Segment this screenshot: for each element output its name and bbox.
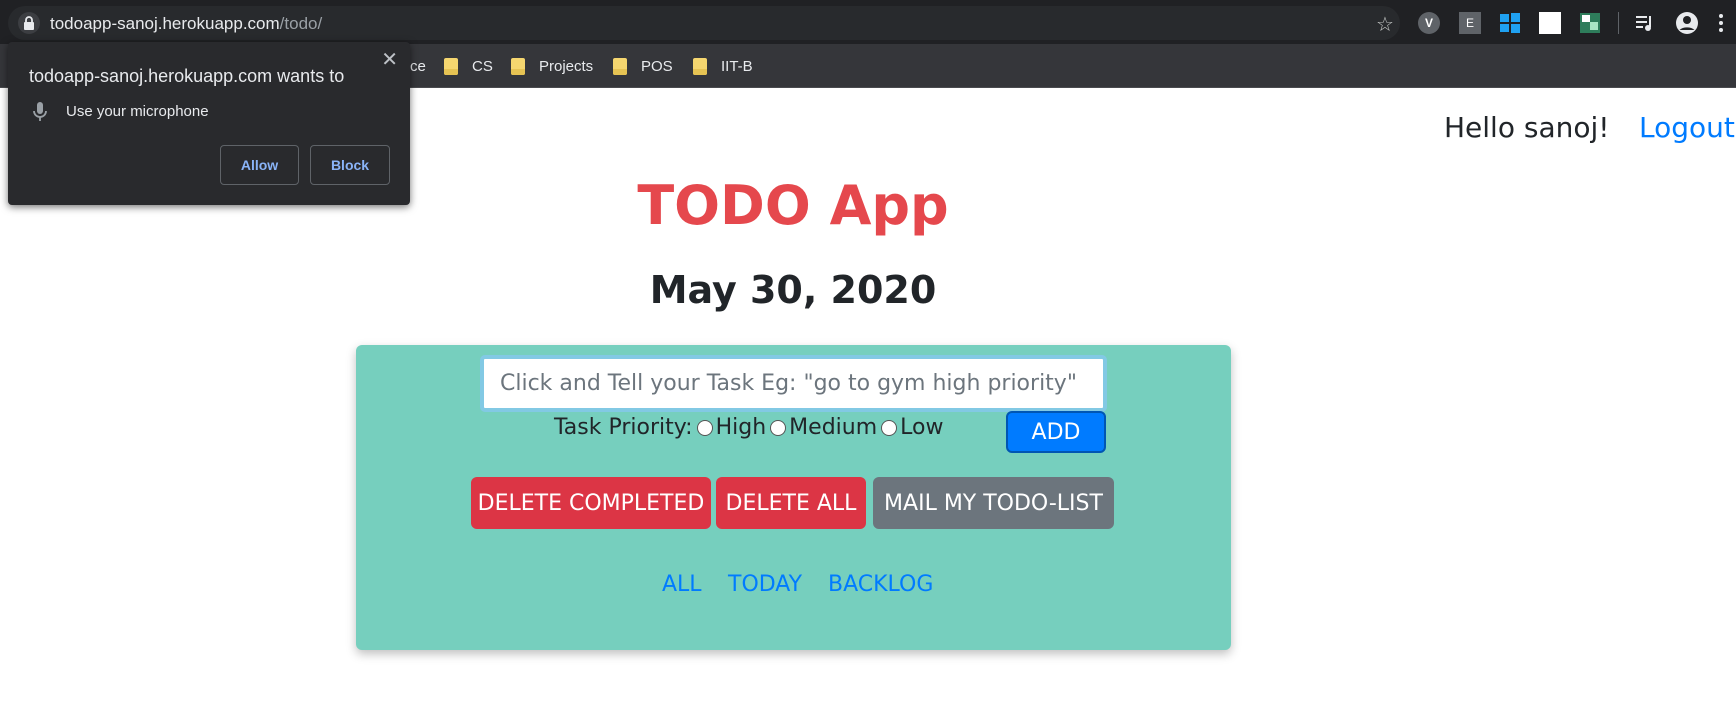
profile-avatar-icon[interactable] xyxy=(1675,11,1699,35)
lock-icon[interactable] xyxy=(18,12,40,34)
logout-link[interactable]: Logout xyxy=(1639,111,1735,144)
priority-group: Task Priority: High Medium Low xyxy=(554,415,943,440)
bookmark-label: Projects xyxy=(539,57,594,75)
priority-high-radio[interactable] xyxy=(696,419,713,436)
bookmark-folder-cs[interactable]: CS xyxy=(444,54,493,78)
extension-blank-icon[interactable] xyxy=(1539,12,1561,34)
url-host: todoapp-sanoj.herokuapp.com xyxy=(50,14,280,33)
todo-card: Task Priority: High Medium Low ADD DELET… xyxy=(356,345,1231,650)
priority-medium-radio[interactable] xyxy=(770,419,787,436)
bookmark-folder-pos[interactable]: POS xyxy=(613,54,673,78)
filter-backlog-link[interactable]: BACKLOG xyxy=(828,572,933,597)
priority-low-label: Low xyxy=(900,415,944,440)
popup-title: todoapp-sanoj.herokuapp.com wants to xyxy=(29,66,345,86)
permission-text: Use your microphone xyxy=(66,103,209,120)
allow-button[interactable]: Allow xyxy=(220,145,299,185)
folder-icon xyxy=(511,57,525,75)
task-input[interactable] xyxy=(480,355,1107,412)
bookmark-folder-projects[interactable]: Projects xyxy=(511,54,593,78)
folder-icon xyxy=(693,57,707,75)
priority-label: Task Priority: xyxy=(554,415,693,440)
bookmark-label: IIT-B xyxy=(721,57,753,75)
permission-popup: ✕ todoapp-sanoj.herokuapp.com wants to U… xyxy=(8,42,410,205)
windows-icon[interactable] xyxy=(1499,12,1521,34)
bookmark-label: ce xyxy=(410,57,426,75)
extension-e-icon[interactable]: E xyxy=(1459,12,1481,34)
add-task-button[interactable]: ADD xyxy=(1006,411,1106,453)
filter-all-link[interactable]: ALL xyxy=(662,572,702,597)
block-button[interactable]: Block xyxy=(310,145,390,185)
greeting-text: Hello sanoj! xyxy=(1444,111,1610,144)
extension-green-icon[interactable] xyxy=(1579,12,1601,34)
delete-completed-button[interactable]: DELETE COMPLETED xyxy=(471,477,711,529)
current-date: May 30, 2020 xyxy=(649,268,937,312)
delete-all-button[interactable]: DELETE ALL xyxy=(716,477,866,529)
bookmark-star-icon[interactable]: ☆ xyxy=(1376,12,1394,36)
extension-v-icon[interactable]: V xyxy=(1418,12,1440,34)
url-path: /todo/ xyxy=(279,14,323,33)
folder-icon xyxy=(613,57,627,75)
bookmark-item[interactable]: ce xyxy=(410,54,426,78)
priority-medium-label: Medium xyxy=(789,415,878,440)
url-text[interactable]: todoapp-sanoj.herokuapp.com/todo/ xyxy=(50,14,322,34)
mail-todo-list-button[interactable]: MAIL MY TODO-LIST xyxy=(873,477,1114,529)
toolbar-separator xyxy=(1618,12,1619,34)
priority-low-radio[interactable] xyxy=(881,419,898,436)
filter-today-link[interactable]: TODAY xyxy=(728,572,802,597)
microphone-icon xyxy=(32,101,48,123)
address-bar[interactable]: todoapp-sanoj.herokuapp.com/todo/ ☆ xyxy=(8,6,1400,40)
bookmark-label: CS xyxy=(472,57,493,75)
bookmark-label: POS xyxy=(641,57,673,75)
bookmark-folder-iitb[interactable]: IIT-B xyxy=(693,54,753,78)
browser-toolbar: todoapp-sanoj.herokuapp.com/todo/ ☆ V E xyxy=(0,0,1736,44)
folder-icon xyxy=(444,57,458,75)
close-icon[interactable]: ✕ xyxy=(381,49,398,69)
browser-menu-icon[interactable] xyxy=(1716,12,1726,34)
priority-high-label: High xyxy=(715,415,767,440)
media-control-icon[interactable] xyxy=(1634,12,1656,34)
